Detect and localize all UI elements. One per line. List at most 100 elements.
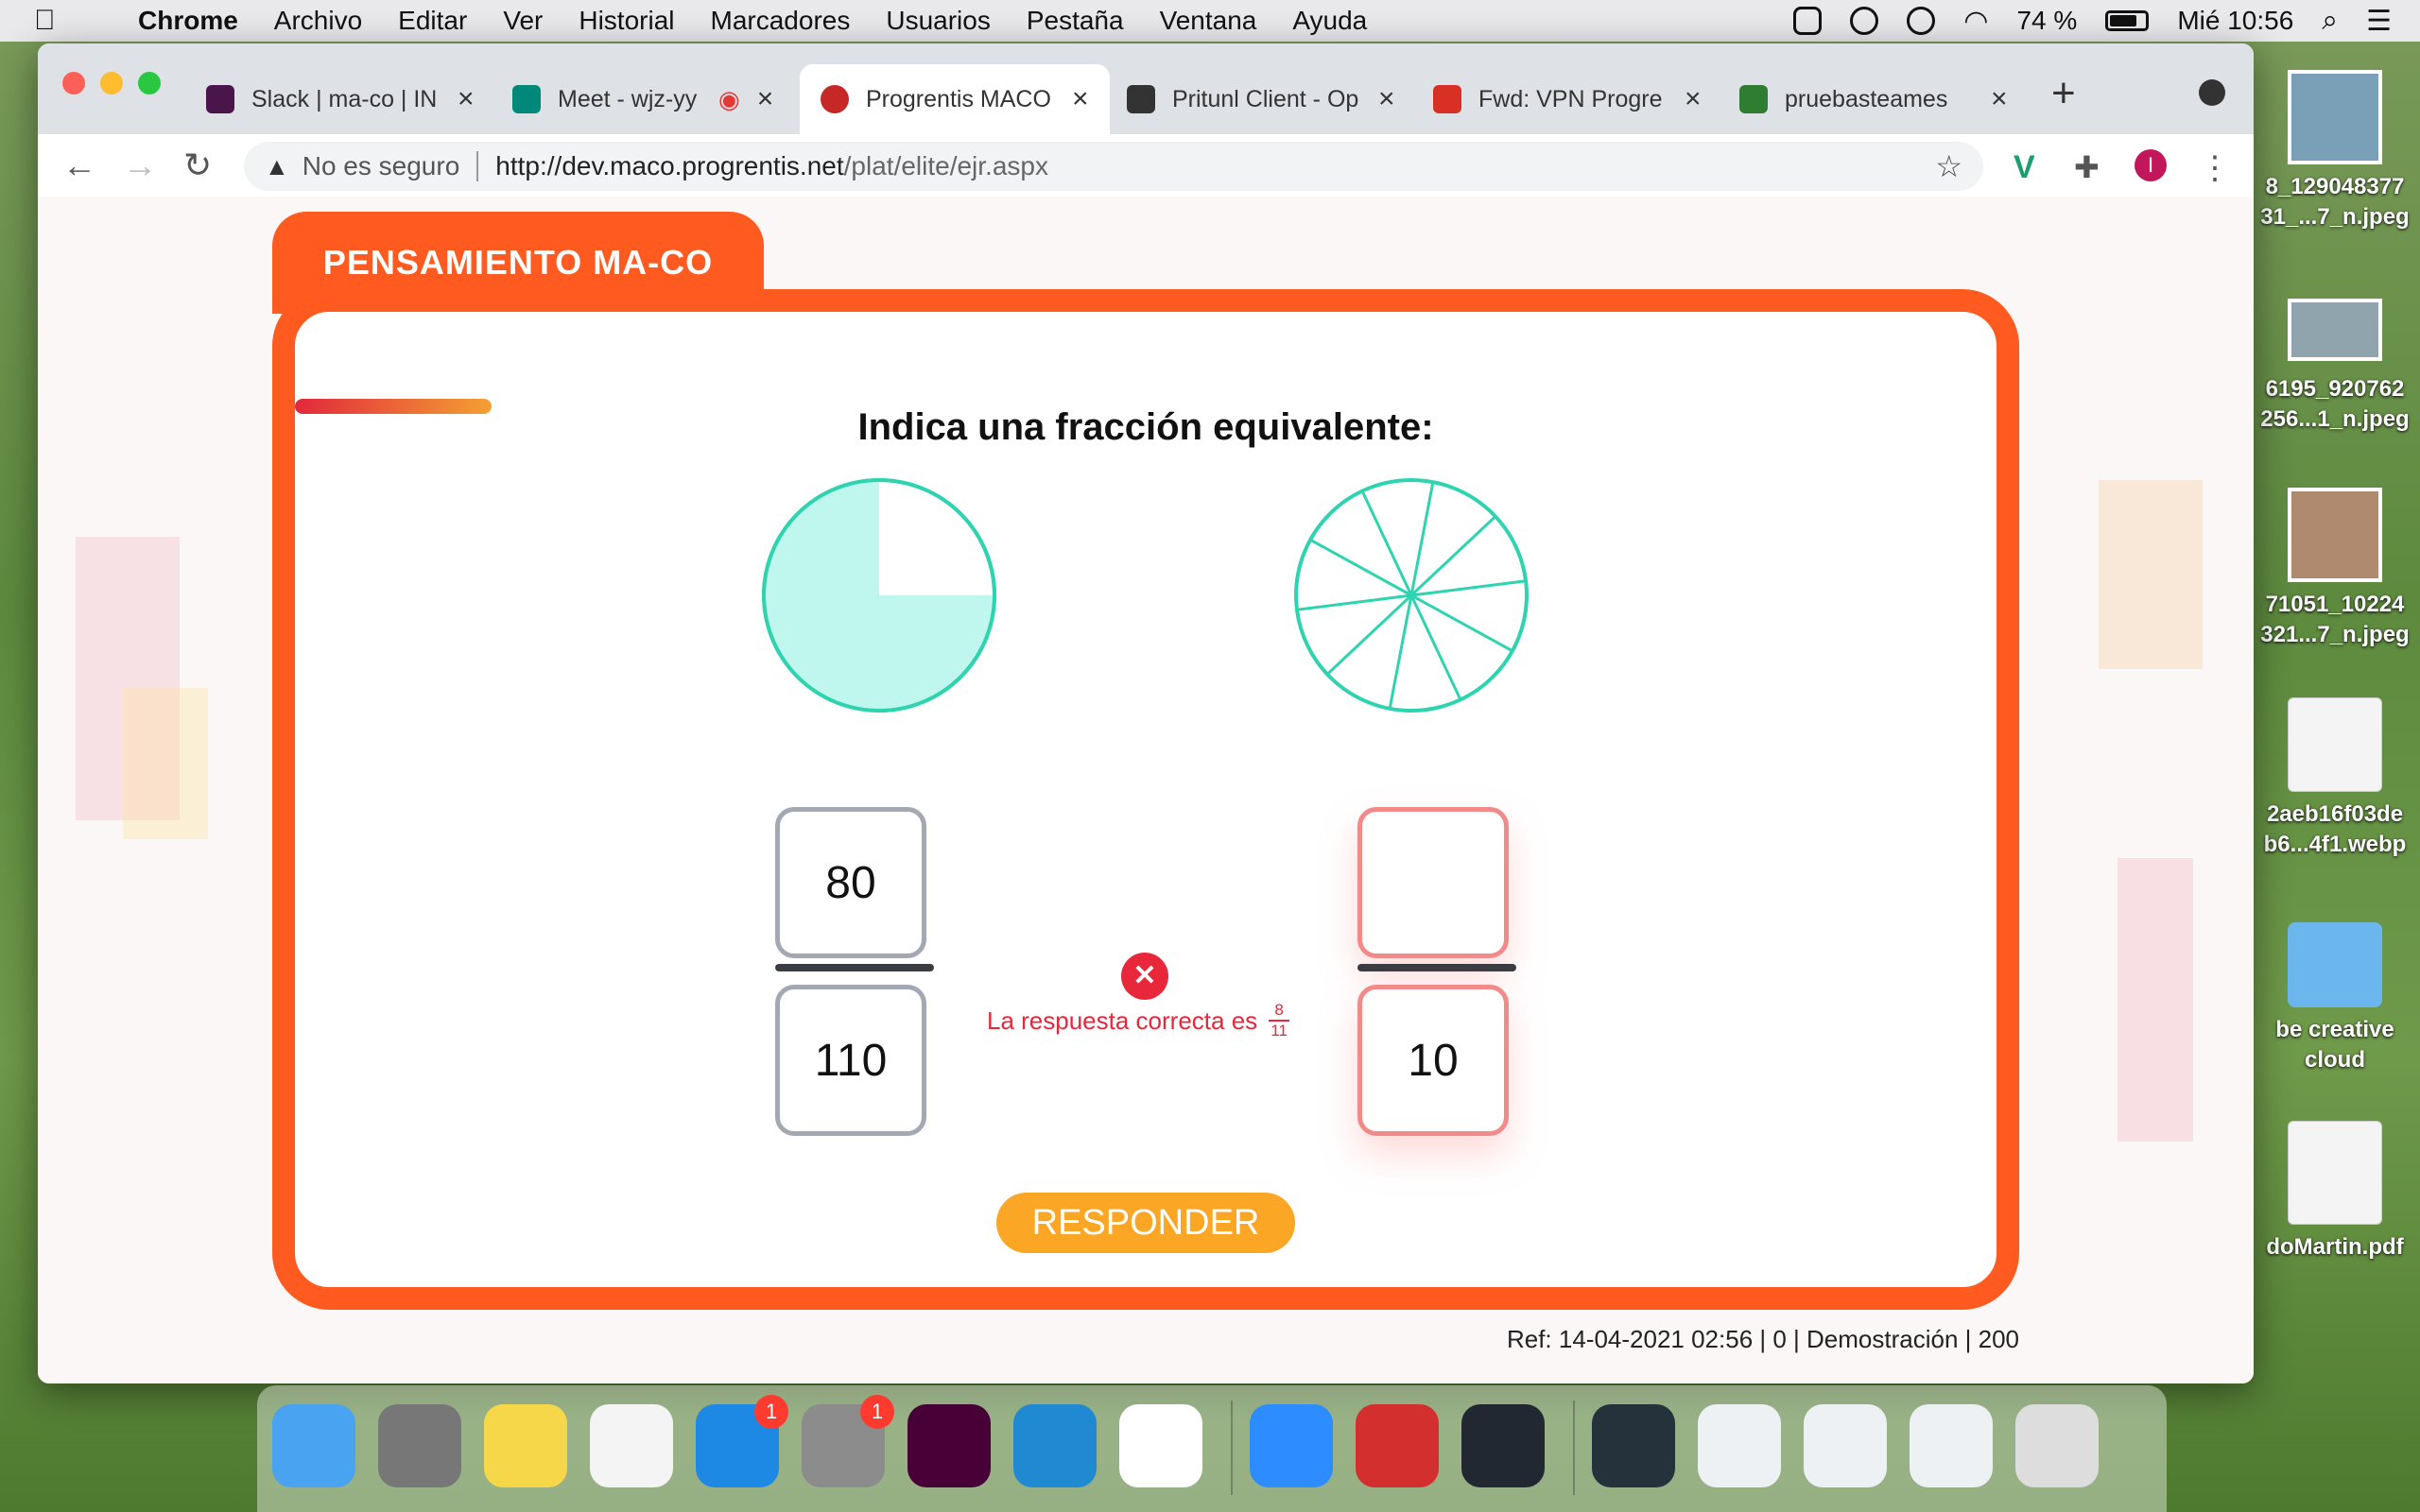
window-controls	[62, 72, 176, 94]
pritunl-icon[interactable]	[1461, 1404, 1545, 1487]
vuejs-extension-icon[interactable]: V	[2014, 149, 2046, 185]
menu-historial[interactable]: Historial	[579, 6, 674, 36]
warning-icon[interactable]: ▲	[265, 152, 289, 181]
apple-icon[interactable]: 	[34, 5, 72, 37]
reload-button[interactable]: ↻	[183, 146, 212, 185]
slack-icon	[206, 85, 234, 113]
close-tab-icon[interactable]: ×	[1685, 83, 1702, 115]
photo-icon	[2288, 488, 2382, 582]
pritunl-icon	[1127, 85, 1155, 113]
menu-usuarios[interactable]: Usuarios	[886, 6, 990, 36]
back-button[interactable]: ←	[62, 146, 96, 185]
address-bar[interactable]: ▲ No es seguro http://dev.maco.progrenti…	[244, 142, 1983, 191]
answer-numerator-input[interactable]	[1357, 807, 1509, 958]
desktop-file[interactable]: 8_129048377 31_...7_n.jpeg	[2250, 70, 2420, 232]
correct-denominator: 11	[1270, 1022, 1288, 1040]
at-status-icon[interactable]	[1850, 7, 1879, 35]
notification-badge: 1	[860, 1395, 894, 1429]
desktop-file[interactable]: 6195_920762 256...1_n.jpeg	[2250, 374, 2420, 435]
file-label: 321...7_n.jpeg	[2260, 622, 2410, 647]
window-thumb-3[interactable]	[1804, 1404, 1887, 1487]
respond-button[interactable]: RESPONDER	[996, 1193, 1295, 1253]
battery-icon[interactable]	[2105, 10, 2150, 31]
file-label: 2aeb16f03de	[2266, 801, 2404, 827]
close-tab-icon[interactable]: ×	[757, 83, 774, 115]
close-tab-icon[interactable]: ×	[1072, 83, 1089, 115]
reference-footer: Ref: 14-04-2021 02:56 | 0 | Demostración…	[1506, 1325, 2019, 1353]
tab-meet[interactable]: Meet - wjz-yy ◉ ×	[512, 64, 773, 134]
tab-strip: Slack | ma-co | IN × Meet - wjz-yy ◉ × P…	[38, 43, 2254, 134]
preview-icon	[2288, 697, 2382, 792]
profile-avatar[interactable]: I	[2135, 149, 2167, 181]
pdf-icon	[2288, 1121, 2382, 1225]
reminders-icon[interactable]	[590, 1404, 673, 1487]
right-denominator-box: 10	[1357, 985, 1509, 1136]
desktop-file[interactable]: doMartin.pdf	[2250, 1121, 2420, 1263]
chrome-menu-icon[interactable]: ⋮	[2199, 149, 2231, 186]
close-tab-icon[interactable]: ×	[458, 83, 475, 115]
menu-ayuda[interactable]: Ayuda	[1292, 6, 1367, 36]
finder-icon[interactable]	[272, 1404, 355, 1487]
cloud-status-icon[interactable]	[1907, 7, 1936, 35]
spotlight-search-icon[interactable]: ⌕	[2322, 5, 2338, 37]
tab-pruebasteames[interactable]: pruebasteames ×	[1739, 64, 2008, 134]
desktop-file[interactable]: 2aeb16f03de b6...4f1.webp	[2250, 697, 2420, 860]
file-label: 8_129048377	[2265, 174, 2405, 199]
new-tab-button[interactable]: +	[2051, 70, 2076, 117]
menu-pestana[interactable]: Pestaña	[1027, 6, 1124, 36]
tab-search-button[interactable]	[2199, 79, 2225, 106]
acrobat-icon[interactable]	[1356, 1404, 1439, 1487]
bookmark-star-icon[interactable]: ☆	[1935, 148, 1962, 184]
window-thumb-4[interactable]	[1910, 1404, 1993, 1487]
recording-icon: ◉	[718, 84, 740, 113]
tab-label: pruebasteames	[1785, 85, 1948, 112]
pritunl-status-icon[interactable]	[1793, 7, 1823, 35]
gmail-icon	[1433, 85, 1461, 113]
window-thumb-1[interactable]	[1592, 1404, 1675, 1487]
chrome-icon[interactable]	[1119, 1404, 1202, 1487]
close-tab-icon[interactable]: ×	[1378, 83, 1395, 115]
dock: 11	[257, 1385, 2167, 1512]
browser-window: Slack | ma-co | IN × Meet - wjz-yy ◉ × P…	[38, 43, 2254, 1383]
close-window-button[interactable]	[62, 72, 85, 94]
vscode-icon[interactable]	[1013, 1404, 1097, 1487]
trash-icon[interactable]	[2015, 1404, 2099, 1487]
menu-ver[interactable]: Ver	[503, 6, 543, 36]
forward-button[interactable]: →	[123, 146, 157, 185]
battery-percent: 74 %	[2016, 6, 2078, 35]
zoom-icon[interactable]	[1250, 1404, 1333, 1487]
window-thumb-2[interactable]	[1698, 1404, 1781, 1487]
tab-progrentis[interactable]: Progrentis MACO ×	[800, 64, 1110, 134]
file-label: be creative	[2275, 1017, 2394, 1042]
extensions-puzzle-icon[interactable]: ✚	[2074, 149, 2106, 184]
desktop-file[interactable]	[2250, 299, 2420, 369]
desktop-file[interactable]: 71051_10224 321...7_n.jpeg	[2250, 488, 2420, 650]
clock[interactable]: Mié 10:56	[2177, 6, 2293, 36]
url-host: http://dev.maco.progrentis.net	[495, 151, 844, 180]
wifi-icon[interactable]: ◠	[1963, 5, 1988, 38]
tab-slack[interactable]: Slack | ma-co | IN ×	[206, 64, 475, 134]
security-status[interactable]: No es seguro	[302, 151, 460, 181]
tab-gmail[interactable]: Fwd: VPN Progre ×	[1433, 64, 1702, 134]
right-fraction-bar	[1357, 964, 1516, 971]
notes-icon[interactable]	[484, 1404, 567, 1487]
menu-app-name[interactable]: Chrome	[138, 6, 238, 36]
menu-marcadores[interactable]: Marcadores	[711, 6, 851, 36]
close-tab-icon[interactable]: ×	[1991, 83, 2008, 115]
launchpad-icon[interactable]	[378, 1404, 461, 1487]
photo-icon	[2288, 299, 2382, 361]
maximize-window-button[interactable]	[138, 72, 161, 94]
menu-archivo[interactable]: Archivo	[274, 6, 362, 36]
menu-ventana[interactable]: Ventana	[1160, 6, 1257, 36]
desktop-file[interactable]: be creative cloud	[2250, 922, 2420, 1075]
system-preferences-icon[interactable]: 1	[802, 1395, 894, 1487]
feedback-text: La respuesta correcta es	[987, 1005, 1258, 1035]
control-center-icon[interactable]: ☰	[2366, 5, 2392, 38]
file-label: 31_...7_n.jpeg	[2260, 204, 2410, 230]
minimize-window-button[interactable]	[100, 72, 123, 94]
menu-editar[interactable]: Editar	[398, 6, 467, 36]
progrentis-icon	[821, 85, 849, 113]
adobe-xd-icon[interactable]	[908, 1404, 991, 1487]
app-store-icon[interactable]: 1	[696, 1395, 788, 1487]
tab-pritunl[interactable]: Pritunl Client - Op ×	[1127, 64, 1395, 134]
